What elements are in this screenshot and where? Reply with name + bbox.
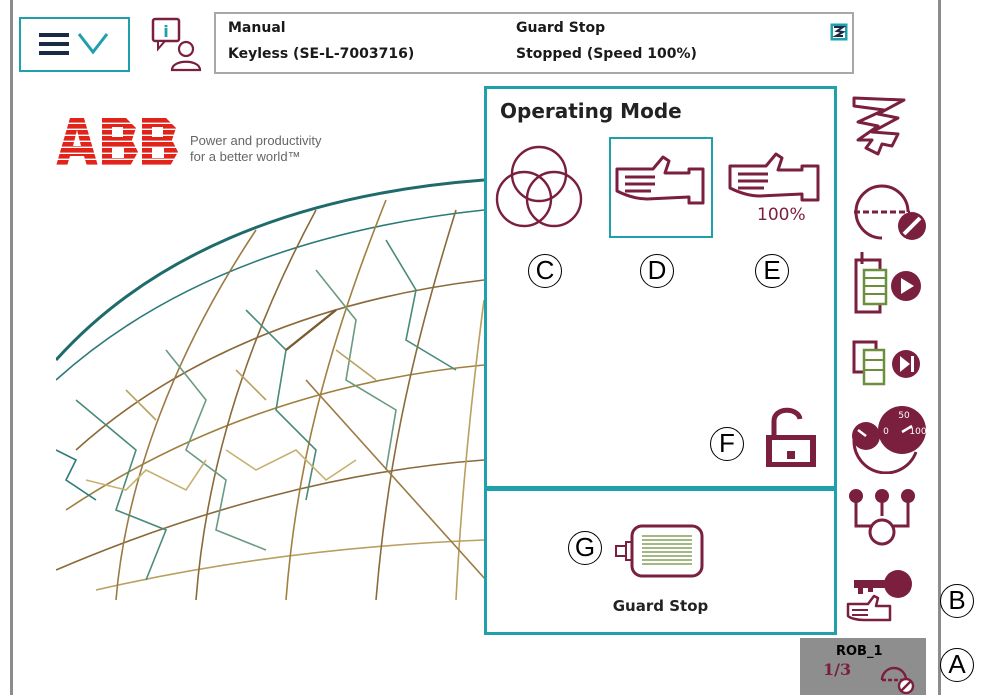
safety-quickset-button[interactable] (848, 92, 912, 162)
callout-c: C (528, 254, 562, 288)
manual-mode-button[interactable] (609, 137, 713, 238)
key-status: Keyless (SE-L-7003716) (228, 46, 415, 62)
callout-g: G (568, 531, 602, 565)
callout-a: A (940, 648, 974, 682)
step-icon (852, 340, 920, 386)
unlocked-padlock-icon[interactable] (764, 403, 818, 469)
globe-background (56, 178, 484, 600)
jog-quickset-button[interactable] (848, 178, 932, 244)
operating-mode-status: Manual (228, 20, 286, 36)
safety-status: Guard Stop (516, 20, 606, 36)
task-fraction: 1/3 (823, 660, 852, 679)
program-run-icon (854, 252, 921, 314)
event-log-icon[interactable]: i (150, 16, 206, 74)
window-frame-right (938, 0, 941, 695)
speed-gauge-icon: 50 0 100 (852, 406, 927, 474)
window-frame-left (10, 0, 13, 695)
hand-100-icon (728, 152, 820, 202)
hand-icon (615, 155, 705, 205)
run-mode-quickset-button[interactable] (850, 250, 926, 320)
svg-text:0: 0 (883, 427, 889, 437)
operating-mode-title: Operating Mode (500, 99, 682, 123)
svg-text:i: i (163, 22, 168, 41)
safety-controller-icon (830, 23, 848, 41)
callout-b: B (940, 584, 974, 618)
abb-tagline-line-1: Power and productivity (190, 133, 322, 148)
tasks-quickset-button[interactable] (846, 486, 918, 556)
key-hand-icon (846, 570, 912, 622)
task-tree-icon (849, 489, 915, 546)
stepping-quickset-button[interactable] (850, 334, 926, 390)
safety-controller-icon (852, 96, 906, 156)
run-status: Stopped (Speed 100%) (516, 46, 697, 62)
callout-e: E (755, 254, 789, 288)
motors-state-label: Guard Stop (612, 597, 709, 615)
svg-text:50: 50 (898, 411, 910, 421)
full-speed-label: 100% (757, 205, 806, 225)
callout-f: F (710, 427, 744, 461)
triple-circle-icon (495, 145, 583, 228)
speed-quickset-button[interactable]: 50 0 100 (846, 400, 928, 474)
svg-text:100: 100 (909, 427, 926, 437)
operating-mode-key-button[interactable] (846, 568, 918, 624)
hamburger-icon (39, 33, 109, 55)
mechanical-unit-name: ROB_1 (836, 644, 883, 659)
motor-icon[interactable] (614, 522, 708, 582)
callout-d: D (640, 254, 674, 288)
main-menu-button[interactable] (19, 17, 130, 72)
jog-lock-icon (854, 184, 926, 240)
jog-lock-small-icon (880, 666, 915, 694)
auto-mode-button[interactable] (494, 140, 584, 235)
